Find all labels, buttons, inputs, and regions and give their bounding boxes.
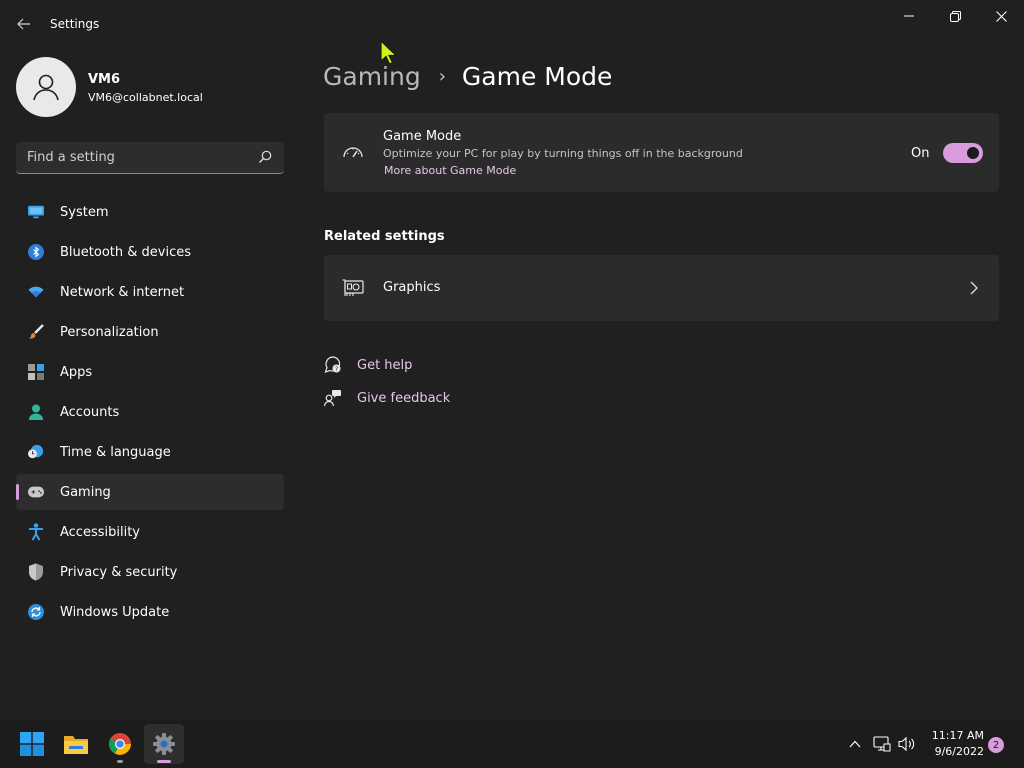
related-settings-heading: Related settings <box>324 229 445 244</box>
graphics-card[interactable]: Graphics <box>324 255 999 321</box>
clock-globe-icon <box>28 444 44 460</box>
volume-icon <box>898 736 915 752</box>
update-icon <box>28 604 44 620</box>
toggle-state-label: On <box>911 146 930 161</box>
user-name: VM6 <box>88 72 121 87</box>
taskbar-clock[interactable]: 11:17 AM 9/6/2022 <box>928 728 984 760</box>
apps-icon <box>28 364 44 380</box>
restore-icon <box>949 10 961 22</box>
shield-icon <box>28 563 44 581</box>
close-button[interactable] <box>978 4 1024 28</box>
folder-icon <box>64 736 88 754</box>
game-mode-toggle[interactable] <box>943 143 983 163</box>
sidebar-item-gaming[interactable]: Gaming <box>16 474 284 510</box>
taskbar: 11:17 AM 9/6/2022 <box>0 720 1024 768</box>
running-indicator <box>117 760 123 763</box>
sidebar-item-label: Bluetooth & devices <box>60 244 191 260</box>
sidebar-item-time-language[interactable]: Time & language <box>16 434 284 470</box>
show-hidden-icons-button[interactable] <box>845 734 865 754</box>
start-button[interactable] <box>12 724 52 764</box>
game-mode-card: Game Mode Optimize your PC for play by t… <box>324 113 999 192</box>
close-icon <box>995 10 1007 22</box>
mouse-cursor-icon <box>380 40 398 65</box>
clock-date: 9/6/2022 <box>934 745 984 758</box>
avatar <box>16 57 76 117</box>
chrome-button[interactable] <box>100 724 140 764</box>
game-mode-description: Optimize your PC for play by turning thi… <box>383 147 743 160</box>
game-mode-title: Game Mode <box>383 129 462 144</box>
sidebar-item-label: System <box>60 204 109 220</box>
speedometer-icon <box>343 147 363 158</box>
user-profile[interactable]: VM6 VM6@collabnet.local <box>16 57 286 117</box>
back-button[interactable] <box>12 12 36 36</box>
chevron-right-icon <box>970 281 978 295</box>
windows-logo-icon <box>20 732 44 756</box>
bluetooth-icon <box>28 244 44 260</box>
more-about-game-mode-link[interactable]: More about Game Mode <box>384 164 516 177</box>
minimize-icon <box>904 15 914 17</box>
wifi-icon <box>28 284 44 300</box>
sidebar-item-label: Gaming <box>60 484 111 500</box>
file-explorer-button[interactable] <box>56 724 96 764</box>
sidebar-item-label: Privacy & security <box>60 564 178 580</box>
page-title: Game Mode <box>461 61 613 91</box>
clock-time: 11:17 AM <box>931 729 984 742</box>
breadcrumb-separator: › <box>438 65 446 87</box>
search-input[interactable] <box>16 142 256 172</box>
give-feedback-link[interactable]: Give feedback <box>324 386 450 410</box>
feedback-icon <box>324 390 341 407</box>
active-indicator <box>16 484 19 500</box>
sidebar-item-network-internet[interactable]: Network & internet <box>16 274 284 310</box>
volume-tray-button[interactable] <box>897 734 917 754</box>
accessibility-icon <box>28 523 44 541</box>
notification-badge[interactable]: 2 <box>988 737 1004 753</box>
sidebar-item-label: Apps <box>60 364 93 380</box>
person-icon <box>28 404 44 420</box>
network-tray-button[interactable] <box>872 734 892 754</box>
gamepad-icon <box>28 484 44 500</box>
toggle-knob <box>967 147 979 159</box>
graphics-label: Graphics <box>383 280 441 295</box>
monitor-icon <box>28 204 44 220</box>
sidebar-item-label: Windows Update <box>60 604 170 620</box>
title-bar: Settings <box>0 0 1024 48</box>
gear-icon <box>153 733 175 755</box>
active-app-indicator <box>157 760 171 763</box>
breadcrumb-parent[interactable]: Gaming <box>323 62 421 91</box>
give-feedback-label: Give feedback <box>357 390 451 406</box>
sidebar-item-accessibility[interactable]: Accessibility <box>16 514 284 550</box>
chrome-icon <box>109 733 131 755</box>
search-box <box>16 142 284 174</box>
sidebar-item-label: Personalization <box>60 324 159 340</box>
sidebar-item-apps[interactable]: Apps <box>16 354 284 390</box>
sidebar-item-privacy-security[interactable]: Privacy & security <box>16 554 284 590</box>
help-chat-icon: ? <box>324 356 341 373</box>
app-title: Settings <box>50 17 100 31</box>
settings-taskbar-button[interactable] <box>144 724 184 764</box>
graphics-card-icon <box>342 279 364 296</box>
sidebar-nav: System Bluetooth & devices Network & int… <box>16 194 284 634</box>
get-help-label: Get help <box>357 357 413 373</box>
minimize-button[interactable] <box>886 4 932 28</box>
sidebar-item-label: Accounts <box>60 404 120 420</box>
svg-text:?: ? <box>335 366 338 373</box>
network-icon <box>873 736 891 752</box>
brush-icon <box>28 324 44 340</box>
sidebar-item-personalization[interactable]: Personalization <box>16 314 284 350</box>
back-arrow-icon <box>17 18 30 30</box>
sidebar-item-label: Network & internet <box>60 284 185 300</box>
person-avatar-icon <box>33 74 59 101</box>
search-icon[interactable] <box>257 149 273 165</box>
sidebar-item-bluetooth-devices[interactable]: Bluetooth & devices <box>16 234 284 270</box>
sidebar-item-system[interactable]: System <box>16 194 284 230</box>
sidebar-item-windows-update[interactable]: Windows Update <box>16 594 284 630</box>
sidebar-item-accounts[interactable]: Accounts <box>16 394 284 430</box>
user-email: VM6@collabnet.local <box>88 91 203 104</box>
breadcrumb: Gaming › Game Mode <box>323 58 612 94</box>
sidebar-item-label: Accessibility <box>60 524 140 540</box>
chevron-up-icon <box>849 740 861 748</box>
sidebar-item-label: Time & language <box>60 444 171 460</box>
get-help-link[interactable]: ? Get help <box>324 353 412 377</box>
restore-button[interactable] <box>932 4 978 28</box>
